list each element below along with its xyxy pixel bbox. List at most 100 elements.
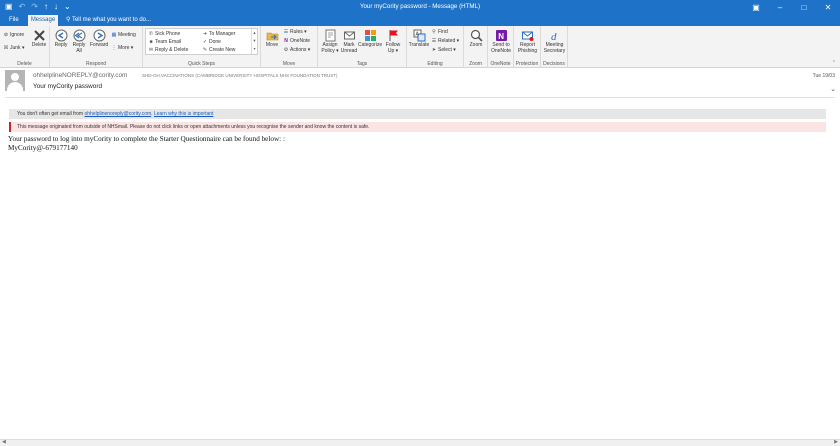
onenote-icon: N	[495, 30, 507, 41]
learn-why-link[interactable]: Learn why this is important	[154, 111, 213, 117]
scroll-left-icon[interactable]: ◀	[2, 439, 6, 445]
rules-icon: ☰	[283, 29, 289, 35]
junk-button[interactable]: ☒ Junk ▾	[3, 45, 25, 51]
delete-button[interactable]: Delete	[30, 29, 48, 49]
svg-text:d: d	[551, 31, 557, 42]
translate-icon: A	[413, 29, 425, 42]
respond-group-label: Respond	[85, 61, 106, 67]
quick-steps-group-label: Quick Steps	[188, 61, 215, 67]
actions-button[interactable]: ⚙ Actions ▾	[283, 47, 311, 53]
horizontal-scrollbar[interactable]: ◀ ▶	[0, 439, 840, 446]
categorize-button[interactable]: Categorize	[358, 29, 382, 49]
ignore-icon: ⊘	[3, 32, 9, 38]
close-button[interactable]: ✕	[816, 0, 840, 15]
to-manager-icon: ➜	[202, 31, 208, 37]
protection-group: Report Phishing Protection	[514, 26, 541, 68]
decisions-group: d Meeting Secretary Decisions	[541, 26, 568, 68]
related-button[interactable]: ☰ Related ▾	[431, 38, 459, 44]
forward-button[interactable]: Forward	[89, 29, 109, 49]
mark-unread-button[interactable]: Mark Unread	[340, 29, 358, 54]
ribbon-display-icon[interactable]: ▣	[744, 0, 768, 15]
quick-step-reply-delete[interactable]: ✉ Reply & Delete	[148, 47, 188, 53]
onenote-group-label: OneNote	[490, 61, 511, 67]
onenote-small-icon: N	[284, 38, 288, 44]
tags-group: Assign Policy ▾ Mark Unread Categorize F…	[318, 26, 407, 68]
maximize-button[interactable]: □	[792, 0, 816, 15]
select-icon: ➤	[431, 47, 437, 53]
reply-all-button[interactable]: Reply All	[70, 29, 88, 54]
translate-button[interactable]: A Translate	[408, 29, 430, 49]
forward-icon	[93, 29, 105, 42]
quick-steps-scroll[interactable]: ▲ ▼ ▾	[251, 29, 257, 54]
decisions-group-label: Decisions	[543, 61, 565, 67]
report-phishing-icon	[522, 31, 534, 41]
quick-step-team-email[interactable]: ■ Team Email	[148, 39, 181, 45]
ribbon: ⊘ Ignore ☒ Junk ▾ Delete Delete Reply Repl…	[0, 26, 840, 68]
message-body: Your password to log into myCority to co…	[8, 135, 285, 152]
actions-icon: ⚙	[283, 47, 289, 53]
meeting-button[interactable]: ▦ Meeting	[111, 32, 136, 38]
zoom-group: Zoom Zoom	[464, 26, 488, 68]
info-bar-text: You don't often get email from	[17, 111, 84, 117]
delete-group: ⊘ Ignore ☒ Junk ▾ Delete Delete	[0, 26, 50, 68]
tab-message[interactable]: Message	[28, 15, 58, 26]
body-line-1: Your password to log into myCority to co…	[8, 135, 285, 143]
reply-icon	[55, 29, 67, 42]
quick-step-to-manager[interactable]: ➜ To Manager	[202, 31, 236, 37]
message-subject: Your myCority password	[33, 83, 103, 90]
window-title: Your myCority password - Message (HTML)	[359, 3, 481, 10]
magnifier-icon	[470, 29, 483, 42]
send-to-onenote-button[interactable]: N Send to OneNote	[489, 29, 513, 54]
find-button[interactable]: ⚲ Find	[431, 29, 448, 35]
sender-email-link[interactable]: ohhelplinenoreply@cority.com	[84, 111, 151, 117]
team-icon: ■	[149, 39, 153, 45]
quick-step-create-new[interactable]: ✎ Create New	[202, 47, 236, 53]
avatar-body-shape	[7, 82, 23, 91]
recipient[interactable]: SHD-OH.VACCINATIONS (CAMBRIDGE UNIVERSIT…	[142, 73, 338, 78]
more-icon: ⋮	[111, 45, 117, 51]
follow-up-button[interactable]: Follow Up ▾	[383, 29, 403, 54]
delete-icon	[33, 30, 45, 41]
respond-group: Reply Reply All Forward ▦ Meeting ⋮ More ▾…	[50, 26, 143, 68]
avatar-head-shape	[11, 73, 19, 81]
related-icon: ☰	[431, 38, 437, 44]
quick-step-sick-phone[interactable]: ✆ Sick Phone	[148, 31, 180, 37]
select-button[interactable]: ➤ Select ▾	[431, 47, 456, 53]
minimize-button[interactable]: –	[768, 0, 792, 15]
ribbon-tabs: File Message ⚲ Tell me what you want to …	[0, 15, 840, 26]
rules-button[interactable]: ☰ Rules ▾	[283, 29, 307, 35]
external-warning-text: This message originated from outside of …	[17, 124, 370, 130]
ignore-button[interactable]: ⊘ Ignore	[3, 32, 24, 38]
meeting-secretary-button[interactable]: d Meeting Secretary	[542, 29, 567, 54]
flag-icon	[389, 30, 398, 41]
move-button[interactable]: Move	[264, 29, 280, 49]
quick-steps-gallery: ✆ Sick Phone ■ Team Email ✉ Reply & Delete …	[145, 28, 258, 55]
create-new-icon: ✎	[202, 47, 208, 53]
envelope-icon	[343, 31, 355, 40]
collapse-ribbon-icon[interactable]: ⌃	[832, 60, 836, 66]
zoom-group-label: Zoom	[469, 61, 482, 67]
more-respond-button[interactable]: ⋮ More ▾	[111, 45, 134, 51]
avatar	[5, 70, 25, 91]
reply-button[interactable]: Reply	[53, 29, 69, 49]
editing-group: A Translate ⚲ Find ☰ Related ▾ ➤ Select ▾ E…	[407, 26, 464, 68]
report-phishing-button[interactable]: Report Phishing	[515, 29, 540, 54]
scroll-right-icon[interactable]: ▶	[834, 439, 838, 445]
expand-header-icon[interactable]: ⌄	[830, 85, 836, 93]
onenote-move-button[interactable]: N OneNote	[283, 38, 310, 44]
sender-address[interactable]: ohhelplineNOREPLY@cority.com	[33, 72, 127, 79]
tab-file[interactable]: File	[9, 15, 19, 26]
meeting-secretary-icon: d	[551, 31, 557, 42]
zoom-button[interactable]: Zoom	[466, 29, 486, 49]
assign-policy-button[interactable]: Assign Policy ▾	[320, 29, 340, 54]
quick-step-done[interactable]: ✓ Done	[202, 39, 221, 45]
header-divider	[5, 97, 835, 98]
tags-group-label: Tags	[356, 61, 368, 67]
categorize-icon	[364, 30, 376, 41]
junk-icon: ☒	[3, 45, 9, 51]
folder-move-icon	[266, 32, 278, 41]
editing-group-label: Editing	[427, 61, 443, 67]
title-bar: ▣ ↶ ↷ ↑ ↓ ⌄ Your myCority password - Mes…	[0, 0, 840, 15]
external-warning-bar: This message originated from outside of …	[9, 122, 826, 132]
tell-me-search[interactable]: ⚲ Tell me what you want to do...	[66, 15, 151, 26]
